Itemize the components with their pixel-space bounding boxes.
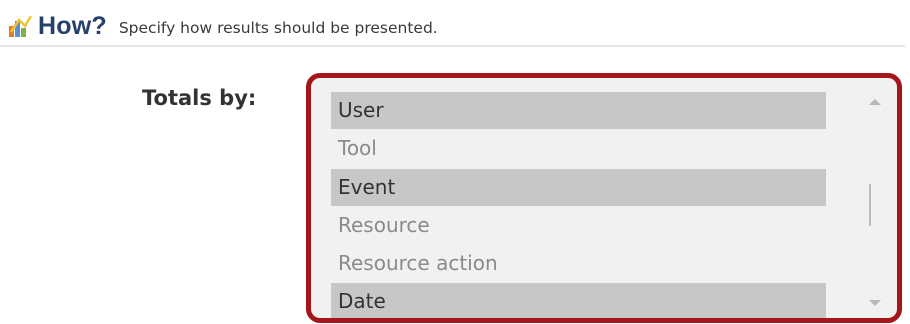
- totals-option-tool[interactable]: Tool: [331, 130, 826, 167]
- section-divider: [0, 45, 905, 47]
- scroll-up-arrow-icon[interactable]: [869, 99, 881, 105]
- totals-by-multiselect[interactable]: User Tool Event Resource Resource action Date: [306, 73, 902, 323]
- totals-option-user[interactable]: User: [331, 92, 826, 129]
- chart-icon: [9, 15, 32, 37]
- scroll-down-arrow-icon[interactable]: [869, 300, 881, 306]
- section-header: How? Specify how results should be prese…: [8, 10, 438, 42]
- totals-by-label: Totals by:: [142, 86, 257, 110]
- section-title: How?: [38, 11, 107, 40]
- scrollbar-thumb[interactable]: [869, 184, 871, 226]
- totals-option-event[interactable]: Event: [331, 168, 826, 206]
- totals-option-resource[interactable]: Resource: [331, 207, 826, 244]
- totals-option-resource-action[interactable]: Resource action: [331, 245, 826, 282]
- section-description: Specify how results should be presented.: [118, 19, 438, 37]
- totals-options-list[interactable]: User Tool Event Resource Resource action Date: [331, 92, 826, 318]
- totals-option-date[interactable]: Date: [331, 283, 826, 318]
